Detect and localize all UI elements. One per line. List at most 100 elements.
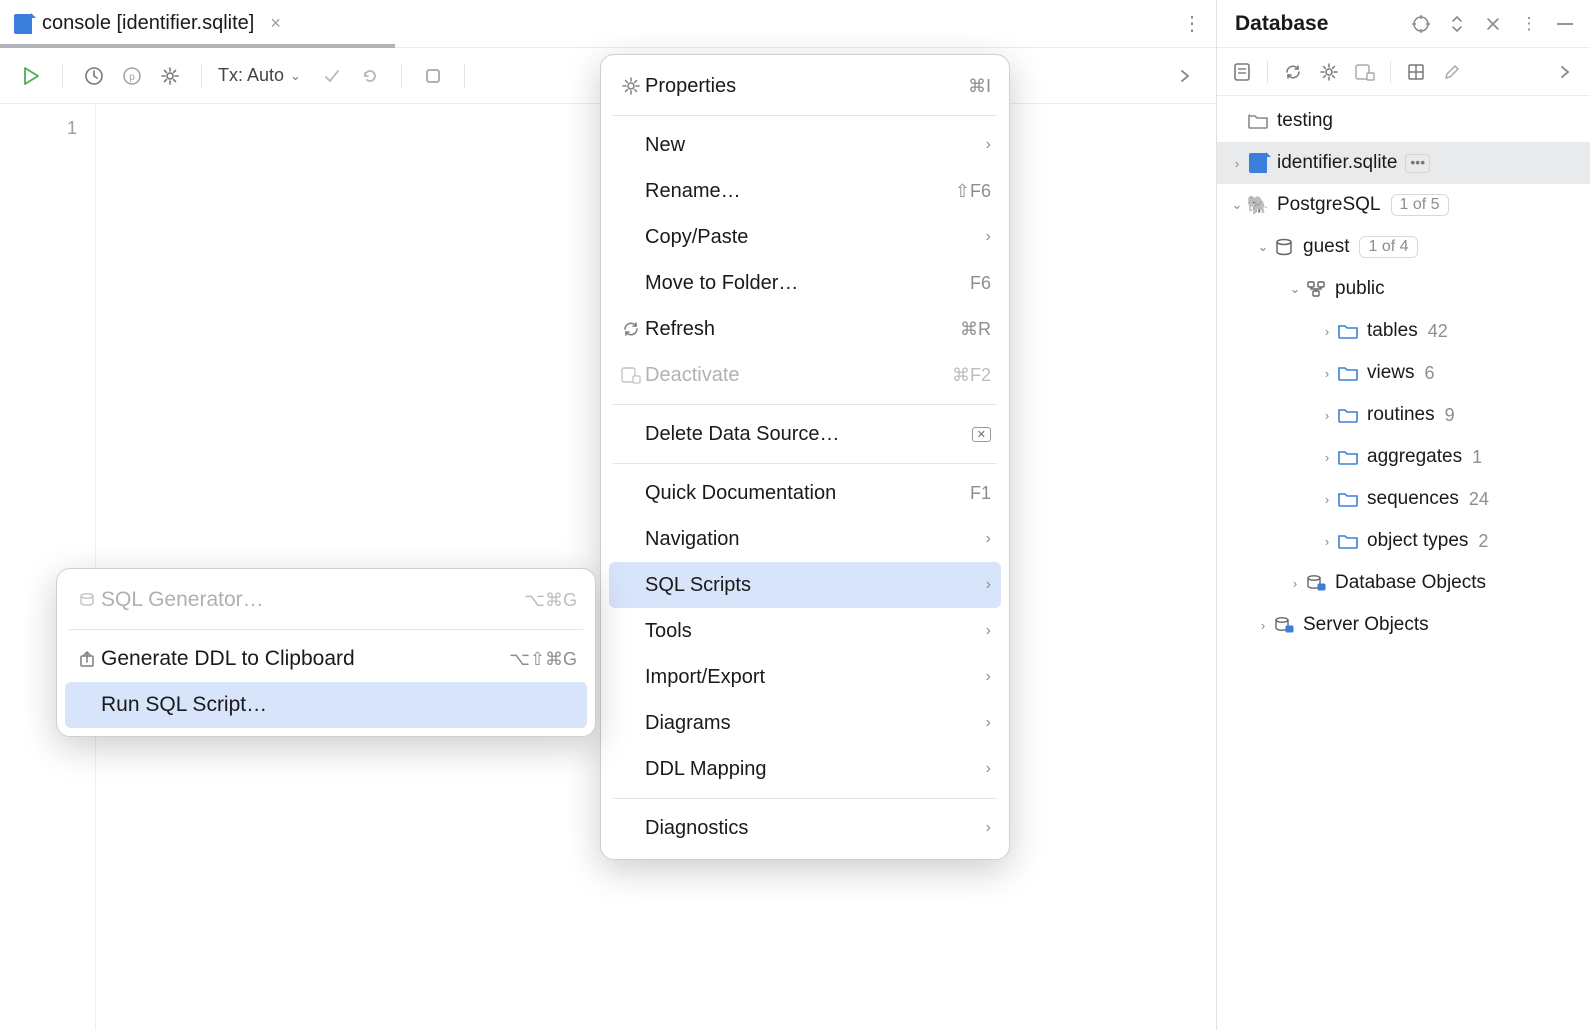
tree-item-database-objects[interactable]: › Database Objects: [1217, 562, 1590, 604]
folder-icon: [1337, 488, 1359, 510]
tree-item-aggregates[interactable]: › aggregates 1: [1217, 436, 1590, 478]
db-toolbar: [1217, 48, 1590, 96]
line-gutter: 1: [0, 104, 96, 1030]
menu-item-refresh[interactable]: Refresh ⌘R: [609, 306, 1001, 352]
menu-item-ddl-mapping[interactable]: DDL Mapping ›: [609, 746, 1001, 792]
settings-icon[interactable]: [1318, 63, 1340, 81]
table-icon[interactable]: [1405, 63, 1427, 81]
context-submenu-sql-scripts: SQL Generator… ⌥⌘G Generate DDL to Clipb…: [56, 568, 596, 737]
database-pane: Database ⋮ testing: [1217, 0, 1590, 1030]
folder-icon: [1337, 362, 1359, 384]
tree-label: Database Objects: [1335, 572, 1486, 594]
menu-item-sql-generator: SQL Generator… ⌥⌘G: [65, 577, 587, 623]
menu-item-copy-paste[interactable]: Copy/Paste ›: [609, 214, 1001, 260]
tree-item-identifier-sqlite[interactable]: › identifier.sqlite •••: [1217, 142, 1590, 184]
tree-count: 9: [1445, 405, 1455, 426]
tx-mode-dropdown[interactable]: Tx: Auto ⌄: [218, 65, 301, 86]
menu-item-navigation[interactable]: Navigation ›: [609, 516, 1001, 562]
menu-item-generate-ddl[interactable]: Generate DDL to Clipboard ⌥⇧⌘G: [65, 636, 587, 682]
menu-item-tools[interactable]: Tools ›: [609, 608, 1001, 654]
tree-count: 1 of 5: [1391, 194, 1449, 216]
ellipsis-icon: •••: [1405, 154, 1430, 173]
tree-item-tables[interactable]: › tables 42: [1217, 310, 1590, 352]
sql-file-icon: [14, 14, 32, 34]
tab-underline: [0, 44, 395, 48]
sqlite-icon: [1247, 152, 1269, 174]
chevron-right-icon: ›: [986, 576, 991, 594]
server-objects-icon: [1273, 614, 1295, 636]
tree-count: 24: [1469, 489, 1489, 510]
close-icon[interactable]: ×: [270, 13, 281, 34]
database-objects-icon: [1305, 572, 1327, 594]
folder-icon: [1337, 530, 1359, 552]
menu-item-properties[interactable]: Properties ⌘I: [609, 63, 1001, 109]
tab-title: console [identifier.sqlite]: [42, 12, 254, 35]
tree-count: 42: [1428, 321, 1448, 342]
menu-item-delete-data-source[interactable]: Delete Data Source… ✕: [609, 411, 1001, 457]
refresh-icon: [617, 320, 645, 338]
chevron-right-icon: ›: [986, 668, 991, 686]
folder-icon: [1337, 320, 1359, 342]
deactivate-icon: [617, 366, 645, 384]
tree-label: identifier.sqlite: [1277, 152, 1397, 174]
refresh-icon[interactable]: [1282, 63, 1304, 81]
chevron-right-icon: ›: [986, 622, 991, 640]
commit-icon[interactable]: [317, 61, 347, 91]
menu-item-rename[interactable]: Rename… ⇧F6: [609, 168, 1001, 214]
run-icon[interactable]: [16, 61, 46, 91]
chevron-right-icon[interactable]: [1170, 61, 1200, 91]
playground-icon[interactable]: p: [117, 61, 147, 91]
db-panel-title: Database: [1235, 12, 1328, 36]
stop-icon[interactable]: [418, 61, 448, 91]
tree-label: public: [1335, 278, 1385, 300]
tree-count: 2: [1478, 531, 1488, 552]
tree-label: sequences: [1367, 488, 1459, 510]
settings-icon[interactable]: [155, 61, 185, 91]
chevron-right-icon: ›: [986, 136, 991, 154]
tree-item-testing[interactable]: testing: [1217, 100, 1590, 142]
minimize-icon[interactable]: [1554, 14, 1576, 34]
tree-item-server-objects[interactable]: › Server Objects: [1217, 604, 1590, 646]
menu-item-new[interactable]: New ›: [609, 122, 1001, 168]
tree-label: PostgreSQL: [1277, 194, 1381, 216]
tree-count: 1: [1472, 447, 1482, 468]
tree-item-object-types[interactable]: › object types 2: [1217, 520, 1590, 562]
folder-icon: [1337, 404, 1359, 426]
menu-item-move-folder[interactable]: Move to Folder… F6: [609, 260, 1001, 306]
target-icon[interactable]: [1410, 14, 1432, 34]
tree-label: Server Objects: [1303, 614, 1429, 636]
rollback-icon[interactable]: [355, 61, 385, 91]
menu-item-quick-documentation[interactable]: Quick Documentation F1: [609, 470, 1001, 516]
chevron-right-icon: ›: [986, 228, 991, 246]
tree-item-sequences[interactable]: › sequences 24: [1217, 478, 1590, 520]
history-icon[interactable]: [79, 61, 109, 91]
more-icon[interactable]: ⋮: [1518, 14, 1540, 34]
tree-item-guest[interactable]: ⌄ guest 1 of 4: [1217, 226, 1590, 268]
tree-item-public[interactable]: ⌄ public: [1217, 268, 1590, 310]
postgresql-icon: 🐘: [1247, 194, 1269, 216]
tabs-more-icon[interactable]: ⋮: [1182, 11, 1202, 36]
console-icon[interactable]: [1231, 62, 1253, 82]
menu-item-run-sql-script[interactable]: Run SQL Script…: [65, 682, 587, 728]
database-icon: [1273, 236, 1295, 258]
close-panel-icon[interactable]: [1482, 14, 1504, 34]
tree-item-postgresql[interactable]: ⌄ 🐘 PostgreSQL 1 of 5: [1217, 184, 1590, 226]
editor-tab-console[interactable]: console [identifier.sqlite] ×: [0, 0, 295, 47]
chevron-right-icon: ›: [986, 714, 991, 732]
tree-label: testing: [1277, 110, 1333, 132]
chevron-right-icon[interactable]: [1554, 65, 1576, 79]
menu-item-import-export[interactable]: Import/Export ›: [609, 654, 1001, 700]
tx-mode-label: Tx: Auto: [218, 65, 284, 86]
menu-item-sql-scripts[interactable]: SQL Scripts ›: [609, 562, 1001, 608]
edit-icon[interactable]: [1441, 63, 1463, 81]
menu-item-diagnostics[interactable]: Diagnostics ›: [609, 805, 1001, 851]
editor-tabbar: console [identifier.sqlite] × ⋮: [0, 0, 1216, 48]
tree-label: object types: [1367, 530, 1468, 552]
sort-icon[interactable]: [1446, 14, 1468, 34]
tree-count: 1 of 4: [1359, 236, 1417, 258]
tree-item-views[interactable]: › views 6: [1217, 352, 1590, 394]
stop-connection-icon[interactable]: [1354, 63, 1376, 81]
svg-text:p: p: [129, 72, 135, 83]
menu-item-diagrams[interactable]: Diagrams ›: [609, 700, 1001, 746]
tree-item-routines[interactable]: › routines 9: [1217, 394, 1590, 436]
